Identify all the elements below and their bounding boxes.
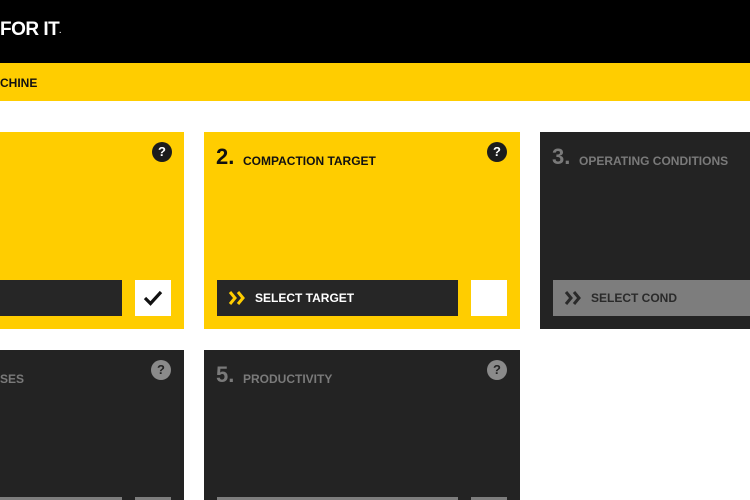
brand-logo: FOR IT. (0, 19, 61, 41)
step-2-checkbox[interactable] (471, 280, 507, 316)
breadcrumb-bar: CHINE (0, 63, 750, 101)
select-target-label: SELECT TARGET (255, 291, 355, 305)
checkmark-icon (143, 290, 163, 306)
help-icon[interactable]: ? (487, 142, 507, 162)
step-4-title: SES (0, 372, 25, 386)
select-cond-button[interactable]: SELECT COND (553, 280, 750, 316)
double-chevron-icon (227, 290, 249, 306)
step-1-action-button[interactable] (0, 280, 122, 316)
step-2-number: 2. (216, 144, 235, 169)
top-header-bar: FOR IT. (0, 0, 750, 63)
double-chevron-icon (563, 290, 585, 306)
brand-text: FOR IT (0, 19, 60, 40)
select-target-button[interactable]: SELECT TARGET (217, 280, 458, 316)
help-icon[interactable]: ? (151, 360, 171, 380)
help-icon[interactable]: ? (152, 142, 172, 162)
step-1-checkbox[interactable] (135, 280, 171, 316)
step-card-3[interactable]: 3. OPERATING CONDITIONS SELECT COND (540, 132, 750, 329)
step-card-1[interactable]: ? (0, 132, 184, 329)
step-5-title: PRODUCTIVITY (243, 372, 333, 386)
step-3-title: OPERATING CONDITIONS (579, 154, 729, 168)
help-icon[interactable]: ? (487, 360, 507, 380)
step-3-number: 3. (552, 144, 571, 169)
breadcrumb[interactable]: CHINE (0, 76, 37, 90)
step-2-title: COMPACTION TARGET (243, 154, 376, 168)
select-cond-label: SELECT COND (591, 291, 678, 305)
step-5-number: 5. (216, 362, 235, 387)
brand-mark: . (59, 28, 61, 35)
step-card-2[interactable]: 2. COMPACTION TARGET ? SELECT TARGET (204, 132, 520, 329)
step-card-5[interactable]: 5. PRODUCTIVITY ? (204, 350, 520, 500)
step-card-4[interactable]: SES ? (0, 350, 184, 500)
